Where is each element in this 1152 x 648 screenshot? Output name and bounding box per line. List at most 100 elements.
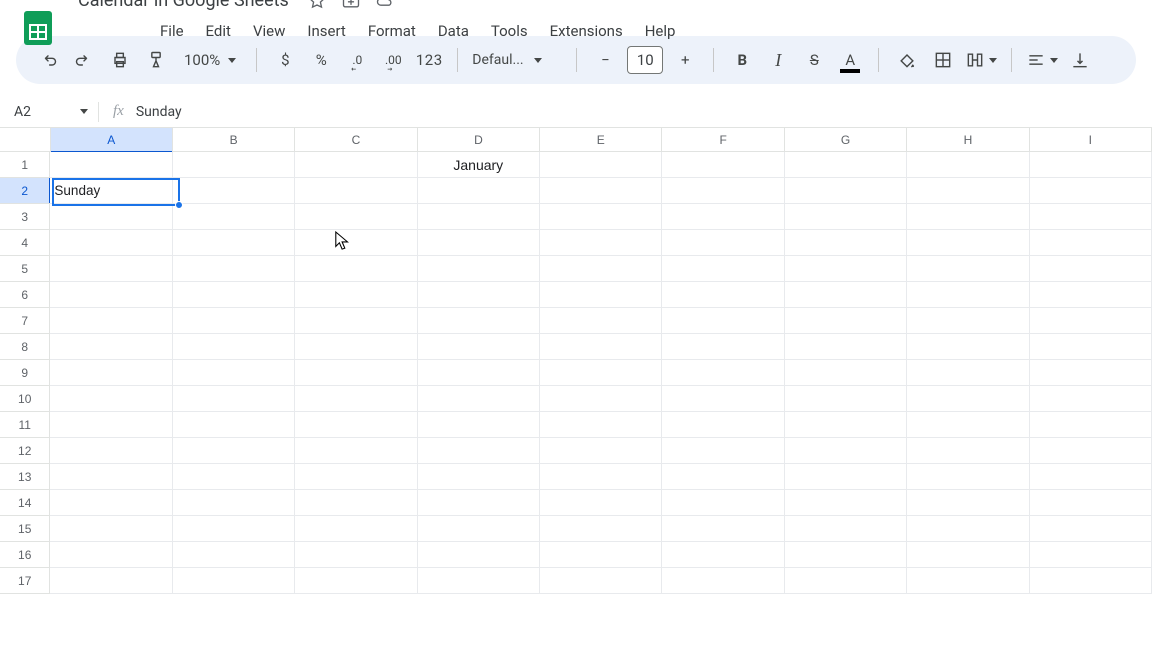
format-currency-button[interactable]: $ [271,44,299,76]
borders-button[interactable] [929,44,957,76]
name-box[interactable]: A2 [8,104,98,120]
cell-H1[interactable] [907,152,1029,178]
cell-A15[interactable] [50,516,172,542]
cell-C13[interactable] [295,464,417,490]
cell-A9[interactable] [50,360,172,386]
cell-D9[interactable] [418,360,540,386]
cell-I10[interactable] [1030,386,1152,412]
decrease-decimal-button[interactable]: .0 [343,44,371,76]
star-icon[interactable] [307,0,327,11]
menu-edit[interactable]: Edit [196,18,241,44]
row-header-9[interactable]: 9 [0,360,50,386]
cell-C11[interactable] [295,412,417,438]
cell-E7[interactable] [540,308,662,334]
cell-H6[interactable] [907,282,1029,308]
cell-E9[interactable] [540,360,662,386]
row-header-5[interactable]: 5 [0,256,50,282]
horizontal-align-button[interactable] [1026,44,1058,76]
menu-tools[interactable]: Tools [481,18,538,44]
column-header-G[interactable]: G [785,128,907,151]
row-header-7[interactable]: 7 [0,308,50,334]
cell-A13[interactable] [50,464,172,490]
print-button[interactable] [106,44,134,76]
cell-H12[interactable] [907,438,1029,464]
cloud-status-icon[interactable] [375,0,395,11]
row-header-11[interactable]: 11 [0,412,50,438]
row-header-8[interactable]: 8 [0,334,50,360]
cell-A8[interactable] [50,334,172,360]
cell-F9[interactable] [662,360,784,386]
cell-E10[interactable] [540,386,662,412]
cell-F12[interactable] [662,438,784,464]
cell-H2[interactable] [907,178,1029,204]
cell-B9[interactable] [173,360,295,386]
cell-E4[interactable] [540,230,662,256]
cell-C8[interactable] [295,334,417,360]
cell-G10[interactable] [785,386,907,412]
cell-B5[interactable] [173,256,295,282]
cell-C1[interactable] [295,152,417,178]
cell-A10[interactable] [50,386,172,412]
cell-E16[interactable] [540,542,662,568]
cell-E12[interactable] [540,438,662,464]
cell-F8[interactable] [662,334,784,360]
cell-D12[interactable] [418,438,540,464]
cell-E15[interactable] [540,516,662,542]
cell-D3[interactable] [418,204,540,230]
cell-I13[interactable] [1030,464,1152,490]
row-header-15[interactable]: 15 [0,516,50,542]
cell-A5[interactable] [50,256,172,282]
cell-I11[interactable] [1030,412,1152,438]
cell-B3[interactable] [173,204,295,230]
cell-D6[interactable] [418,282,540,308]
column-header-D[interactable]: D [418,128,540,151]
row-header-1[interactable]: 1 [0,152,50,178]
format-123-button[interactable]: 123 [415,44,443,76]
cell-B16[interactable] [173,542,295,568]
font-size-input[interactable]: 10 [627,46,663,74]
cell-E2[interactable] [540,178,662,204]
cell-A17[interactable] [50,568,172,594]
row-header-13[interactable]: 13 [0,464,50,490]
cell-F2[interactable] [662,178,784,204]
text-color-button[interactable]: A [836,44,864,76]
cell-I4[interactable] [1030,230,1152,256]
cell-G11[interactable] [785,412,907,438]
cell-H7[interactable] [907,308,1029,334]
cell-E8[interactable] [540,334,662,360]
cell-H8[interactable] [907,334,1029,360]
cell-B1[interactable] [173,152,295,178]
cell-F15[interactable] [662,516,784,542]
cell-I5[interactable] [1030,256,1152,282]
cell-E14[interactable] [540,490,662,516]
cell-B2[interactable] [173,178,295,204]
cell-D13[interactable] [418,464,540,490]
cell-F5[interactable] [662,256,784,282]
cell-A11[interactable] [50,412,172,438]
cell-I12[interactable] [1030,438,1152,464]
cell-C2[interactable] [295,178,417,204]
cell-A2[interactable]: Sunday [50,178,172,204]
cell-B8[interactable] [173,334,295,360]
sheets-logo[interactable] [16,5,60,49]
fill-color-button[interactable] [893,44,921,76]
column-header-E[interactable]: E [540,128,662,151]
cell-G3[interactable] [785,204,907,230]
cell-I7[interactable] [1030,308,1152,334]
cell-F10[interactable] [662,386,784,412]
row-header-3[interactable]: 3 [0,204,50,230]
menu-data[interactable]: Data [428,18,479,44]
cell-C12[interactable] [295,438,417,464]
row-header-17[interactable]: 17 [0,568,50,594]
cell-G5[interactable] [785,256,907,282]
cell-B7[interactable] [173,308,295,334]
cell-G2[interactable] [785,178,907,204]
cell-B14[interactable] [173,490,295,516]
cell-B11[interactable] [173,412,295,438]
paint-format-button[interactable] [142,44,170,76]
cell-H17[interactable] [907,568,1029,594]
cell-H16[interactable] [907,542,1029,568]
menu-insert[interactable]: Insert [297,18,355,44]
cell-E3[interactable] [540,204,662,230]
cell-E13[interactable] [540,464,662,490]
